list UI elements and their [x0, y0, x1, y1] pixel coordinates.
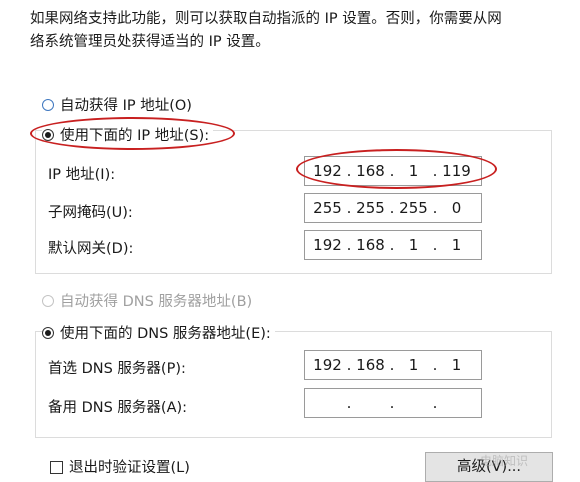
ip-address-highlight-ellipse [296, 149, 497, 189]
dot: . [389, 199, 395, 217]
pdns-octet-1: 192 [313, 356, 342, 374]
dot: . [432, 236, 438, 254]
auto-dns-radio[interactable] [42, 295, 54, 307]
preferred-dns-label: 首选 DNS 服务器(P): [48, 361, 186, 377]
auto-dns-option[interactable]: 自动获得 DNS 服务器地址(B) [42, 290, 252, 311]
dot: . [432, 199, 438, 217]
auto-dns-label: 自动获得 DNS 服务器地址(B) [60, 294, 253, 310]
dot: . [389, 356, 395, 374]
gateway-octet-4: 1 [451, 236, 462, 254]
auto-ip-radio[interactable] [42, 99, 54, 111]
validate-on-exit-option[interactable]: 退出时验证设置(L) [50, 456, 190, 477]
preferred-dns-input[interactable]: 192. 168. 1. 1 [304, 350, 482, 380]
auto-ip-label: 自动获得 IP 地址(O) [60, 98, 192, 114]
default-gateway-input[interactable]: 192. 168. 1. 1 [304, 230, 482, 260]
manual-dns-option[interactable]: 使用下面的 DNS 服务器地址(E): [42, 322, 275, 343]
pdns-octet-4: 1 [451, 356, 462, 374]
mask-octet-3: 255 [399, 199, 428, 217]
alternate-dns-label: 备用 DNS 服务器(A): [48, 400, 188, 416]
watermark: 电脑知识 [480, 454, 529, 468]
default-gateway-label: 默认网关(D): [48, 241, 134, 257]
auto-ip-option[interactable]: 自动获得 IP 地址(O) [42, 94, 192, 115]
validate-on-exit-label: 退出时验证设置(L) [69, 460, 190, 476]
ip-address-label: IP 地址(I): [48, 167, 116, 183]
dot: . [432, 356, 438, 374]
description-line-2: 络系统管理员处获得适当的 IP 设置。 [30, 34, 270, 50]
dot: . [432, 394, 438, 412]
dot: . [346, 394, 352, 412]
manual-dns-label: 使用下面的 DNS 服务器地址(E): [60, 326, 271, 342]
pdns-octet-2: 168 [356, 356, 385, 374]
validate-on-exit-checkbox[interactable] [50, 460, 63, 474]
dot: . [346, 356, 352, 374]
dot: . [346, 236, 352, 254]
description-text: 如果网络支持此功能，则可以获取自动指派的 IP 设置。否则，你需要从网 络系统管… [30, 8, 560, 54]
pdns-octet-3: 1 [408, 356, 419, 374]
description-line-1: 如果网络支持此功能，则可以获取自动指派的 IP 设置。否则，你需要从网 [30, 11, 502, 27]
mask-octet-4: 0 [451, 199, 462, 217]
subnet-mask-label: 子网掩码(U): [48, 205, 133, 221]
gateway-octet-1: 192 [313, 236, 342, 254]
subnet-mask-input[interactable]: 255. 255. 255. 0 [304, 193, 482, 223]
manual-dns-radio[interactable] [42, 327, 54, 339]
dot: . [346, 199, 352, 217]
alternate-dns-input[interactable]: . . . [304, 388, 482, 418]
manual-ip-highlight-ellipse [30, 117, 235, 150]
mask-octet-2: 255 [356, 199, 385, 217]
dns-settings-group [35, 331, 552, 438]
gateway-octet-2: 168 [356, 236, 385, 254]
dot: . [389, 394, 395, 412]
gateway-octet-3: 1 [408, 236, 419, 254]
dot: . [389, 236, 395, 254]
mask-octet-1: 255 [313, 199, 342, 217]
